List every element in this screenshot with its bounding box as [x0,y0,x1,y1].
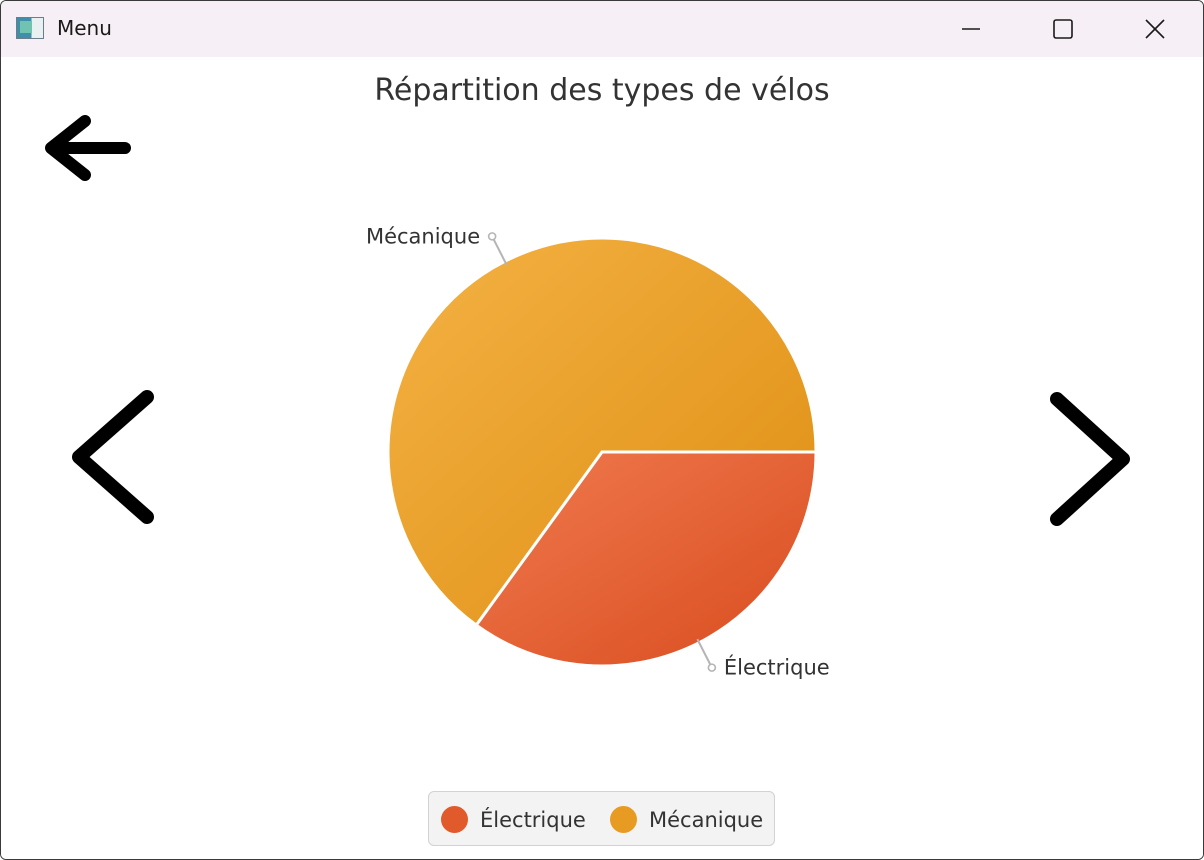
title-bar: Menu [1,1,1203,57]
chart-content: Répartition des types de vélos Électriqu… [1,57,1203,859]
legend-label: Électrique [480,807,586,832]
label-leader-line [696,638,713,669]
app-icon [16,17,44,39]
minimize-button[interactable] [925,1,1017,57]
label-leader-dot [707,663,717,672]
legend-label: Mécanique [649,807,764,832]
legend-item-mecanique: Mécanique [610,792,763,847]
window-title: Menu [57,16,112,40]
minimize-icon [962,28,980,30]
legend-swatch [441,806,468,833]
slice-label: Mécanique [366,224,480,248]
app-window: Menu Répartition des types de vélos Élec… [0,0,1204,860]
maximize-button[interactable] [1017,1,1109,57]
close-icon [1145,19,1165,39]
slice-label: Électrique [724,655,830,680]
legend-swatch [610,806,637,833]
close-button[interactable] [1109,1,1201,57]
label-leader-dot [487,232,497,241]
legend-item-electrique: Électrique [441,792,586,847]
maximize-icon [1053,19,1073,39]
label-leader-line [491,235,508,266]
pie-chart: Électrique Mécanique [366,224,830,680]
chart-legend: Électrique Mécanique [428,791,775,846]
